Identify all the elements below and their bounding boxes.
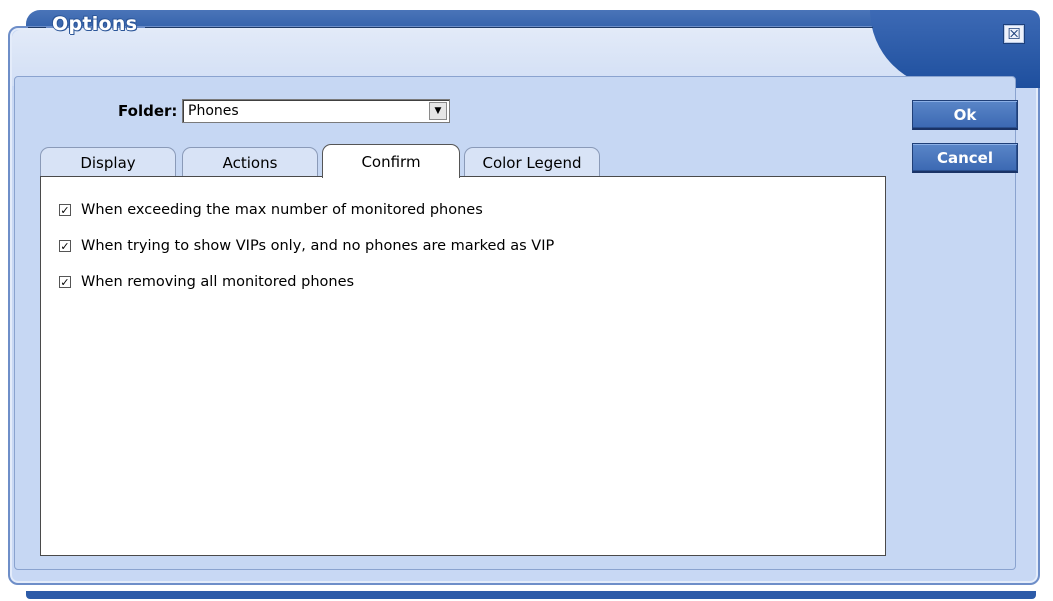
confirm-option-label: When removing all monitored phones <box>81 274 355 290</box>
ok-button[interactable]: Ok <box>912 100 1018 130</box>
tab-confirm-label: Confirm <box>361 152 421 171</box>
check-icon: ✓ <box>60 275 70 289</box>
confirm-option-row[interactable]: ✓ When trying to show VIPs only, and no … <box>59 238 554 254</box>
confirm-option-row[interactable]: ✓ When removing all monitored phones <box>59 274 354 290</box>
tab-color-legend[interactable]: Color Legend <box>464 147 600 177</box>
confirm-option-label: When exceeding the max number of monitor… <box>81 202 483 218</box>
tab-actions-label: Actions <box>222 153 278 172</box>
checkbox[interactable]: ✓ <box>59 204 71 216</box>
confirm-option-label: When trying to show VIPs only, and no ph… <box>81 238 555 254</box>
tab-content-confirm: ✓ When exceeding the max number of monit… <box>40 176 886 556</box>
checkbox[interactable]: ✓ <box>59 276 71 288</box>
tab-confirm[interactable]: Confirm <box>322 144 460 178</box>
check-icon: ✓ <box>60 203 70 217</box>
close-icon[interactable]: ☒ <box>1003 24 1025 44</box>
window-bottom-bar <box>26 591 1036 599</box>
title-line-left <box>28 27 46 28</box>
tab-display-label: Display <box>80 153 136 172</box>
chevron-down-icon[interactable]: ▼ <box>429 102 447 120</box>
folder-select-value: Phones <box>188 103 239 119</box>
window-title: Options <box>52 13 138 35</box>
folder-select[interactable]: Phones ▼ <box>182 99 450 123</box>
confirm-option-row[interactable]: ✓ When exceeding the max number of monit… <box>59 202 483 218</box>
tab-actions[interactable]: Actions <box>182 147 318 177</box>
tab-display[interactable]: Display <box>40 147 176 177</box>
tab-color-legend-label: Color Legend <box>482 153 582 172</box>
folder-label: Folder: <box>118 102 178 120</box>
cancel-button[interactable]: Cancel <box>912 143 1018 173</box>
checkbox[interactable]: ✓ <box>59 240 71 252</box>
title-line-right <box>145 27 873 28</box>
check-icon: ✓ <box>60 239 70 253</box>
